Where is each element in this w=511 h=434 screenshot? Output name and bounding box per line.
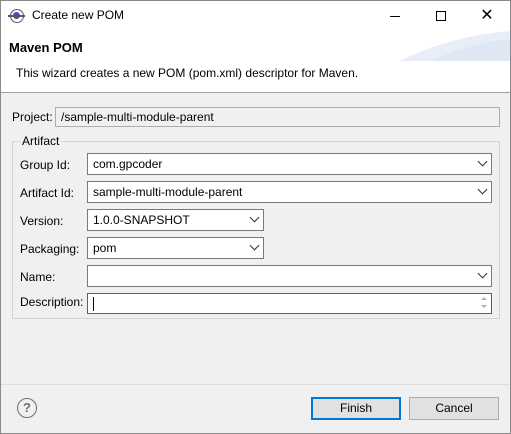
artifact-id-label: Artifact Id: [20,186,75,200]
packaging-combo[interactable]: pom [87,237,264,259]
wizard-banner: Maven POM This wizard creates a new POM … [1,31,510,92]
packaging-label: Packaging: [20,242,80,256]
chevron-down-icon [249,212,260,223]
close-icon: ✕ [480,7,494,24]
help-icon[interactable]: ? [17,398,37,418]
project-field: /sample-multi-module-parent [55,107,500,127]
finish-button[interactable]: Finish [311,397,401,420]
wizard-description: This wizard creates a new POM (pom.xml) … [16,66,359,80]
text-caret [93,297,94,311]
group-id-value: com.gpcoder [93,157,163,171]
artifact-id-combo[interactable]: sample-multi-module-parent [87,181,492,203]
scroll-down-icon [481,305,487,308]
artifact-group-title: Artifact [20,134,62,148]
wizard-title: Maven POM [9,40,83,55]
group-id-label: Group Id: [20,158,71,172]
create-pom-dialog: Create new POM ✕ Maven POM This wizard c… [0,0,511,434]
name-label: Name: [20,270,56,284]
button-bar-separator [1,384,510,385]
chevron-down-icon [249,240,260,251]
chevron-down-icon [477,156,488,167]
chevron-down-icon [477,184,488,195]
maximize-button[interactable] [418,1,464,31]
description-field[interactable] [87,293,492,314]
chevron-down-icon [477,268,488,279]
version-label: Version: [20,214,64,228]
cancel-button[interactable]: Cancel [409,397,499,420]
group-id-combo[interactable]: com.gpcoder [87,153,492,175]
minimize-button[interactable] [372,1,418,31]
eclipse-icon [8,9,25,23]
description-scrollbar[interactable] [478,295,490,312]
version-value: 1.0.0-SNAPSHOT [93,213,190,227]
maximize-icon [436,11,446,21]
version-combo[interactable]: 1.0.0-SNAPSHOT [87,209,264,231]
artifact-id-value: sample-multi-module-parent [93,185,243,199]
window-title: Create new POM [32,8,125,22]
close-button[interactable]: ✕ [464,1,510,31]
packaging-value: pom [93,241,117,255]
banner-separator [1,92,510,93]
description-label: Description: [20,295,84,309]
banner-decoration [400,31,510,61]
scroll-up-icon [481,297,487,300]
title-bar[interactable]: Create new POM ✕ [1,1,510,31]
minimize-icon [390,16,400,17]
name-combo[interactable] [87,265,492,287]
project-label: Project: [12,110,53,124]
